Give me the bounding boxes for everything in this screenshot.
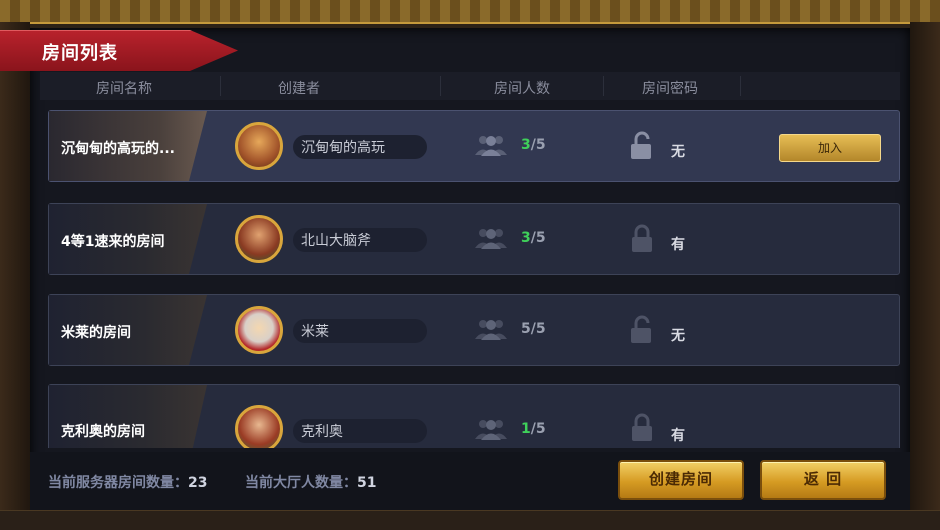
current-players: 3 xyxy=(521,230,531,246)
column-header-bar: 房间名称 创建者 房间人数 房间密码 xyxy=(40,72,900,100)
santa-avatar xyxy=(235,306,283,354)
creator-name-pill: 米莱 xyxy=(293,319,427,343)
column-divider xyxy=(740,76,741,96)
create-room-button[interactable]: 创建房间 xyxy=(618,460,744,500)
people-icon xyxy=(473,133,509,157)
unlock-icon xyxy=(629,131,655,161)
player-count: 1/5 xyxy=(521,421,546,437)
room-row[interactable]: 米莱的房间 米莱 5/5 无 xyxy=(48,294,900,366)
col-player-count: 房间人数 xyxy=(494,81,550,97)
current-players: 5 xyxy=(521,321,531,337)
lobby-people-count: 当前大厅人数量：51 xyxy=(245,472,376,492)
room-list[interactable]: 沉甸甸的高玩的... 沉甸甸的高玩 3/5 无 加入 4等1速来的房间 北山大脑… xyxy=(48,110,902,448)
red-haired-woman-avatar xyxy=(235,405,283,448)
player-count: 3/5 xyxy=(521,137,546,153)
creator-name-pill: 北山大脑斧 xyxy=(293,228,427,252)
creator-name: 沉甸甸的高玩 xyxy=(301,140,385,156)
back-button[interactable]: 返 回 xyxy=(760,460,886,500)
room-row[interactable]: 克利奥的房间 克利奥 1/5 有 xyxy=(48,384,900,448)
window-title: 房间列表 xyxy=(42,43,118,64)
creator-name-pill: 沉甸甸的高玩 xyxy=(293,135,427,159)
title-ribbon: 房间列表 xyxy=(0,30,238,71)
player-count: 3/5 xyxy=(521,230,546,246)
max-players: /5 xyxy=(530,137,546,153)
left-wall-decor xyxy=(0,22,30,529)
creator-name: 北山大脑斧 xyxy=(301,233,371,249)
people-icon xyxy=(473,226,509,250)
room-name: 克利奥的房间 xyxy=(61,424,145,440)
people-icon xyxy=(473,317,509,341)
room-password-status: 无 xyxy=(671,328,685,344)
column-divider xyxy=(220,76,221,96)
lobby-people-count-label: 当前大厅人数量： xyxy=(245,475,357,491)
room-name-cell: 沉甸甸的高玩的... xyxy=(49,111,207,181)
room-password-status: 有 xyxy=(671,428,685,444)
red-haired-woman-avatar xyxy=(235,215,283,263)
server-room-count-value: 23 xyxy=(188,475,208,491)
room-row[interactable]: 4等1速来的房间 北山大脑斧 3/5 有 xyxy=(48,203,900,275)
col-password: 房间密码 xyxy=(642,81,698,97)
creator-name: 米莱 xyxy=(301,324,329,340)
top-ornament-band xyxy=(0,0,940,24)
max-players: /5 xyxy=(530,421,546,437)
creator-name-pill: 克利奥 xyxy=(293,419,427,443)
room-name-cell: 克利奥的房间 xyxy=(49,385,207,448)
room-name-cell: 4等1速来的房间 xyxy=(49,204,207,274)
current-players: 1 xyxy=(521,421,531,437)
room-name: 沉甸甸的高玩的... xyxy=(61,141,175,157)
lock-icon xyxy=(629,413,655,443)
col-creator: 创建者 xyxy=(278,81,320,97)
room-name-cell: 米莱的房间 xyxy=(49,295,207,365)
room-name: 4等1速来的房间 xyxy=(61,234,165,250)
bottom-wood-bar xyxy=(0,510,940,530)
column-divider xyxy=(603,76,604,96)
orange-haired-warrior-avatar xyxy=(235,122,283,170)
lobby-people-count-value: 51 xyxy=(357,475,377,491)
unlock-icon xyxy=(629,315,655,345)
max-players: /5 xyxy=(530,321,546,337)
room-name: 米莱的房间 xyxy=(61,325,131,341)
max-players: /5 xyxy=(530,230,546,246)
column-divider xyxy=(440,76,441,96)
server-room-count: 当前服务器房间数量：23 xyxy=(48,472,207,492)
people-icon xyxy=(473,417,509,441)
room-row[interactable]: 沉甸甸的高玩的... 沉甸甸的高玩 3/5 无 加入 xyxy=(48,110,900,182)
lock-icon xyxy=(629,224,655,254)
room-password-status: 有 xyxy=(671,237,685,253)
right-wall-decor xyxy=(910,22,940,529)
creator-name: 克利奥 xyxy=(301,424,343,440)
join-button[interactable]: 加入 xyxy=(779,134,881,162)
current-players: 3 xyxy=(521,137,531,153)
col-room-name: 房间名称 xyxy=(96,81,152,97)
footer-bar: 当前服务器房间数量：23 当前大厅人数量：51 创建房间 返 回 xyxy=(30,452,910,510)
server-room-count-label: 当前服务器房间数量： xyxy=(48,475,188,491)
player-count: 5/5 xyxy=(521,321,546,337)
room-password-status: 无 xyxy=(671,144,685,160)
